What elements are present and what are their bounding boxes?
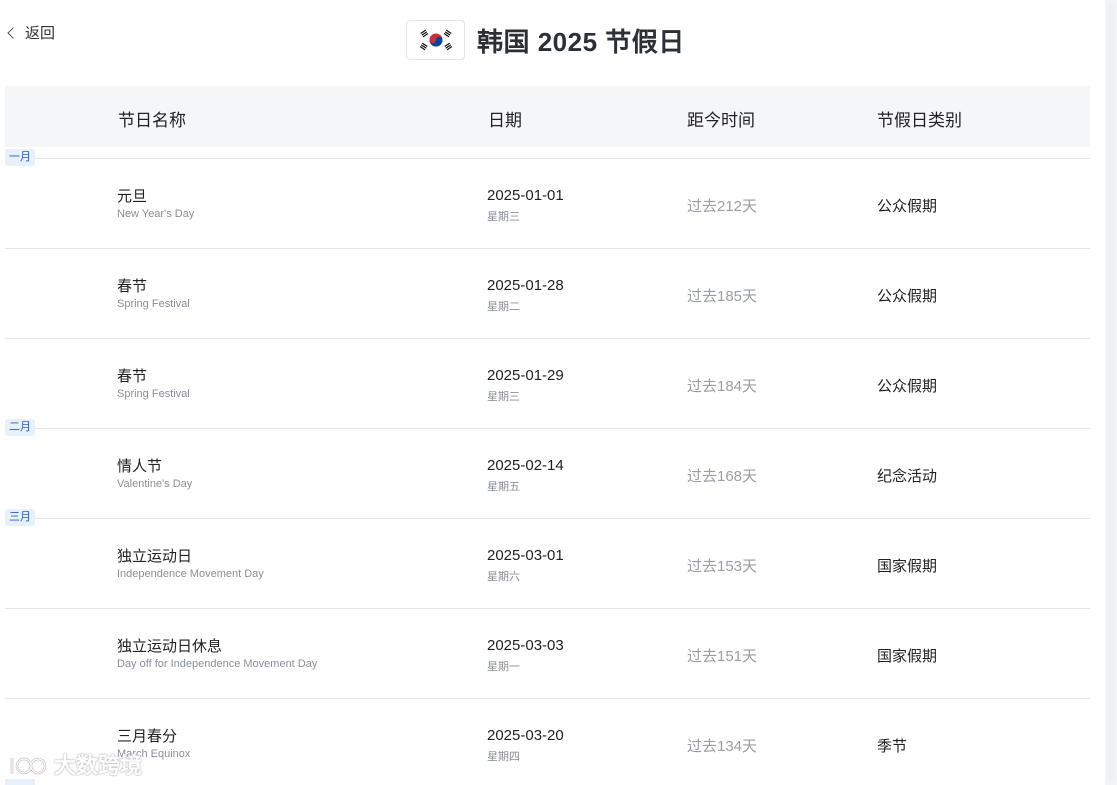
- holiday-since: 过去168天: [687, 468, 758, 485]
- holiday-date: 2025-02-14: [487, 457, 564, 474]
- vertical-scrollbar[interactable]: [1105, 0, 1117, 785]
- holiday-name-en: Independence Movement Day: [117, 568, 264, 580]
- holiday-date: 2025-01-28: [487, 277, 564, 294]
- holiday-type: 公众假期: [877, 288, 938, 305]
- holiday-since: 过去184天: [687, 378, 758, 395]
- table-row[interactable]: 春节 Spring Festival 2025-01-28 星期二 过去185天…: [5, 248, 1090, 339]
- holiday-since: 过去134天: [687, 738, 758, 755]
- holiday-weekday: 星期五: [487, 481, 520, 493]
- holiday-weekday: 星期三: [487, 391, 520, 403]
- holiday-name-en: Spring Festival: [117, 298, 190, 310]
- holiday-name: 春节: [117, 368, 148, 385]
- watermark-logo-icon: [10, 757, 47, 775]
- holiday-since: 过去151天: [687, 648, 758, 665]
- holiday-weekday: 星期一: [487, 661, 520, 673]
- holiday-name: 独立运动日休息: [117, 638, 223, 655]
- holiday-type: 季节: [877, 738, 908, 755]
- holiday-type: 公众假期: [877, 378, 938, 395]
- column-header-name: 节日名称: [118, 111, 186, 130]
- column-header-type: 节假日类别: [877, 111, 962, 130]
- watermark: 大数跨境: [8, 748, 142, 780]
- korea-flag-icon: [406, 20, 465, 60]
- table-row[interactable]: 情人节 Valentine's Day 2025-02-14 星期五 过去168…: [5, 428, 1090, 519]
- holiday-date: 2025-03-01: [487, 547, 564, 564]
- holiday-date: 2025-03-20: [487, 727, 564, 744]
- month-tag-march: 三月: [5, 509, 35, 526]
- holiday-name: 独立运动日: [117, 548, 193, 565]
- holiday-date: 2025-03-03: [487, 637, 564, 654]
- watermark-text: 大数跨境: [54, 753, 143, 778]
- month-tag-february: 二月: [5, 419, 35, 436]
- table-row[interactable]: 春节 Spring Festival 2025-01-29 星期三 过去184天…: [5, 338, 1090, 429]
- holiday-name-en: New Year's Day: [117, 208, 195, 220]
- holiday-date: 2025-01-01: [487, 187, 564, 204]
- table-row[interactable]: 元旦 New Year's Day 2025-01-01 星期三 过去212天 …: [5, 158, 1090, 249]
- holiday-date: 2025-01-29: [487, 367, 564, 384]
- table-row[interactable]: 独立运动日休息 Day off for Independence Movemen…: [5, 608, 1090, 699]
- table-header: 节日名称 日期 距今时间 节假日类别: [5, 86, 1090, 147]
- back-button[interactable]: 返回: [7, 22, 56, 43]
- holiday-type: 国家假期: [877, 558, 938, 575]
- holiday-name: 元旦: [117, 188, 148, 205]
- holiday-weekday: 星期六: [487, 571, 520, 583]
- holiday-weekday: 星期四: [487, 751, 520, 763]
- holiday-since: 过去185天: [687, 288, 758, 305]
- holiday-name-en: Valentine's Day: [117, 478, 193, 490]
- holiday-type: 国家假期: [877, 648, 938, 665]
- back-label: 返回: [25, 25, 56, 42]
- holiday-type: 纪念活动: [877, 468, 938, 485]
- holiday-type: 公众假期: [877, 198, 938, 215]
- holiday-name-en: Day off for Independence Movement Day: [117, 658, 318, 670]
- holiday-weekday: 星期三: [487, 211, 520, 223]
- scrollbar-thumb[interactable]: [1107, 2, 1115, 782]
- holiday-since: 过去212天: [687, 198, 758, 215]
- holiday-name-en: Spring Festival: [117, 388, 190, 400]
- column-header-date: 日期: [488, 111, 522, 130]
- page-title: 韩国 2025 节假日: [477, 26, 685, 57]
- chevron-left-icon: [7, 26, 19, 39]
- table-row[interactable]: 三月春分 March Equinox 2025-03-20 星期四 过去134天…: [5, 698, 1090, 785]
- column-header-since: 距今时间: [687, 111, 755, 130]
- page: 返回 韩国 2025 节假日 节日名称 日期 距今时间 节假日类别 元旦 New…: [0, 0, 1117, 785]
- holiday-since: 过去153天: [687, 558, 758, 575]
- holiday-name: 春节: [117, 278, 148, 295]
- holiday-weekday: 星期二: [487, 301, 520, 313]
- page-header: 韩国 2025 节假日: [406, 20, 685, 60]
- holiday-name: 三月春分: [117, 728, 178, 745]
- holiday-name: 情人节: [117, 458, 163, 475]
- month-tag-january: 一月: [5, 149, 35, 166]
- table-row[interactable]: 独立运动日 Independence Movement Day 2025-03-…: [5, 518, 1090, 609]
